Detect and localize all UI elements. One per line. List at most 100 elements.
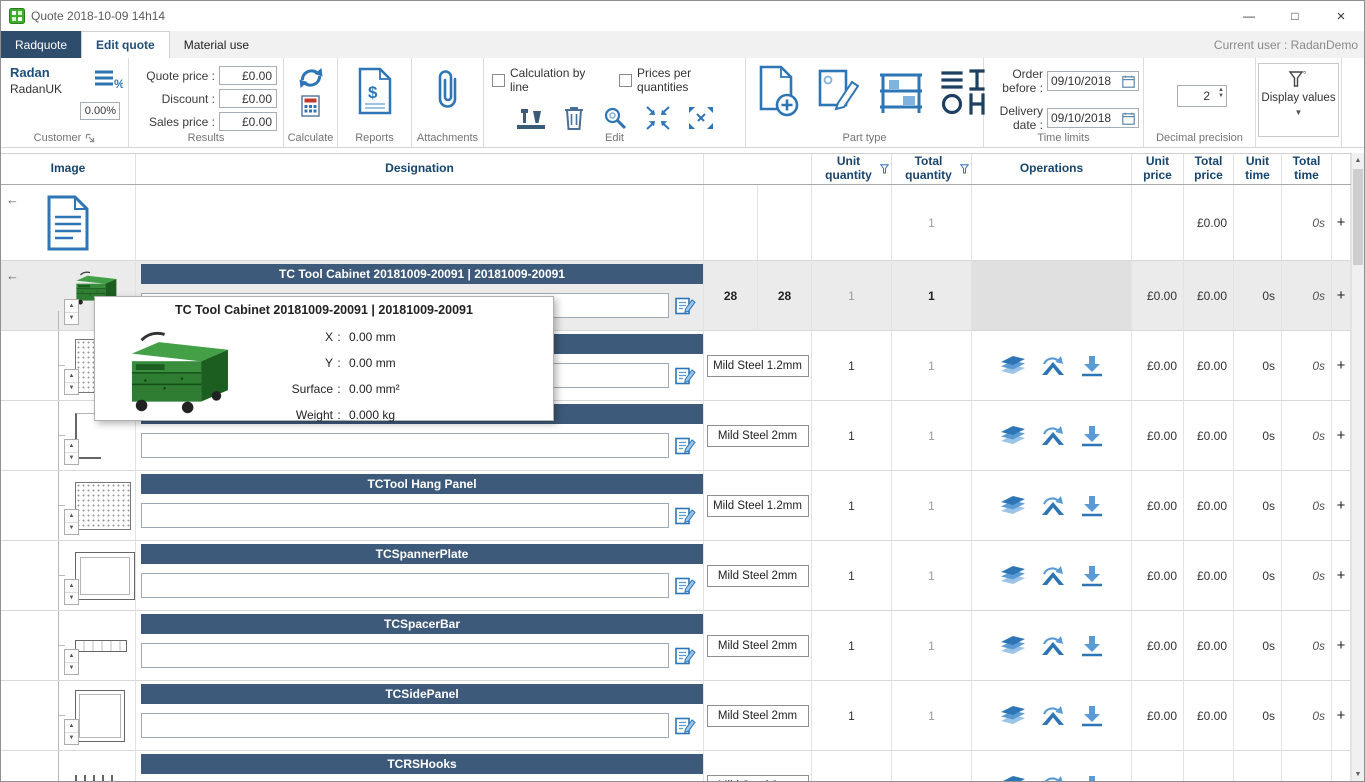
operation-fold-icon[interactable] bbox=[1040, 704, 1066, 728]
expand-all-button[interactable] bbox=[688, 106, 714, 130]
calendar-icon[interactable] bbox=[1122, 75, 1135, 88]
minimize-button[interactable]: — bbox=[1226, 1, 1272, 31]
customer-discount-field[interactable]: 0.00% bbox=[80, 102, 120, 120]
quantity-stepper[interactable]: ▲ ▼ bbox=[64, 299, 79, 325]
add-row-button[interactable]: + bbox=[1332, 261, 1351, 331]
part-name-bar[interactable]: TCTool Hang Panel bbox=[141, 474, 703, 494]
part-thumbnail[interactable] bbox=[75, 775, 117, 782]
zoom-settings-button[interactable] bbox=[602, 105, 628, 131]
stepper-up-icon[interactable]: ▲ bbox=[65, 650, 78, 663]
stepper-down-icon[interactable]: ▼ bbox=[65, 663, 78, 675]
edit-note-icon[interactable] bbox=[674, 295, 696, 317]
stepper-up-icon[interactable]: ▲ bbox=[65, 580, 78, 593]
tab-radquote[interactable]: Radquote bbox=[1, 31, 81, 58]
quote-price-field[interactable]: £0.00 bbox=[219, 66, 277, 85]
operation-fold-icon[interactable] bbox=[1040, 494, 1066, 518]
collapse-arrow-icon[interactable]: ← bbox=[6, 192, 19, 207]
discount-field[interactable]: £0.00 bbox=[219, 89, 277, 108]
material-label[interactable]: Mild Steel 1.2mm bbox=[707, 355, 809, 377]
operation-download-icon[interactable] bbox=[1080, 424, 1104, 448]
part-note-input[interactable] bbox=[141, 643, 669, 668]
add-row-button[interactable]: + bbox=[1332, 611, 1351, 681]
operation-punch-icon[interactable] bbox=[1000, 704, 1026, 728]
close-button[interactable]: × bbox=[1318, 1, 1364, 31]
add-row-button[interactable]: + bbox=[1332, 541, 1351, 611]
collapse-all-button[interactable] bbox=[645, 106, 671, 130]
operation-punch-icon[interactable] bbox=[1000, 494, 1026, 518]
material-label[interactable]: Mild Steel 1.2mm bbox=[707, 495, 809, 517]
customer-name[interactable]: Radan bbox=[10, 65, 62, 80]
calendar-icon[interactable] bbox=[1122, 112, 1135, 125]
tab-material-use[interactable]: Material use bbox=[170, 31, 263, 58]
add-row-button[interactable]: + bbox=[1332, 401, 1351, 471]
part-thumbnail[interactable] bbox=[75, 690, 125, 742]
part-note-input[interactable] bbox=[141, 433, 669, 458]
scroll-down-icon[interactable]: ▼ bbox=[1352, 767, 1364, 781]
operation-fold-icon[interactable] bbox=[1040, 634, 1066, 658]
spin-down-icon[interactable]: ▼ bbox=[1218, 93, 1224, 99]
edit-note-icon[interactable] bbox=[674, 505, 696, 527]
add-assembly-button[interactable] bbox=[876, 65, 926, 117]
part-note-input[interactable] bbox=[141, 503, 669, 528]
stepper-up-icon[interactable]: ▲ bbox=[65, 510, 78, 523]
operation-download-icon[interactable] bbox=[1080, 494, 1104, 518]
operation-punch-icon[interactable] bbox=[1000, 424, 1026, 448]
operation-punch-icon[interactable] bbox=[1000, 564, 1026, 588]
part-row[interactable]: ▲ ▼ TCTool Hang Panel Mild S bbox=[1, 471, 1351, 541]
part-note-input[interactable] bbox=[141, 573, 669, 598]
add-row-button[interactable]: + bbox=[1332, 331, 1351, 401]
edit-note-icon[interactable] bbox=[674, 575, 696, 597]
part-thumbnail[interactable] bbox=[75, 482, 131, 530]
operation-download-icon[interactable] bbox=[1080, 774, 1104, 782]
quantity-stepper[interactable]: ▲ ▼ bbox=[64, 579, 79, 605]
edit-note-icon[interactable] bbox=[674, 435, 696, 457]
operation-download-icon[interactable] bbox=[1080, 704, 1104, 728]
stepper-down-icon[interactable]: ▼ bbox=[65, 313, 78, 325]
add-part-button[interactable] bbox=[754, 65, 802, 117]
filter-icon[interactable] bbox=[960, 164, 969, 174]
quantity-stepper[interactable]: ▲ ▼ bbox=[64, 439, 79, 465]
delete-button[interactable] bbox=[563, 105, 585, 131]
part-row[interactable]: ▲ ▼ TCRSHooks Mild Steel 2mm bbox=[1, 751, 1351, 781]
edit-note-icon[interactable] bbox=[674, 365, 696, 387]
stepper-down-icon[interactable]: ▼ bbox=[65, 593, 78, 605]
quote-root-row[interactable]: ← 1 £0.00 0 bbox=[1, 185, 1351, 261]
delivery-date-field[interactable]: 09/10/2018 bbox=[1047, 108, 1139, 128]
part-name-bar[interactable]: TCRSHooks bbox=[141, 754, 703, 774]
edit-note-icon[interactable] bbox=[674, 645, 696, 667]
edit-part-button[interactable] bbox=[815, 65, 863, 117]
quantity-stepper[interactable]: ▲ ▼ bbox=[64, 369, 79, 395]
scrollbar-thumb[interactable] bbox=[1353, 169, 1363, 265]
add-row-button[interactable]: + bbox=[1332, 185, 1351, 261]
sales-price-field[interactable]: £0.00 bbox=[219, 112, 277, 131]
part-name-bar[interactable]: TCSpannerPlate bbox=[141, 544, 703, 564]
add-row-button[interactable]: + bbox=[1332, 681, 1351, 751]
operation-fold-icon[interactable] bbox=[1040, 774, 1066, 782]
stepper-up-icon[interactable]: ▲ bbox=[65, 440, 78, 453]
operation-download-icon[interactable] bbox=[1080, 634, 1104, 658]
operation-fold-icon[interactable] bbox=[1040, 564, 1066, 588]
part-thumbnail[interactable] bbox=[75, 552, 135, 600]
part-row[interactable]: ▲ ▼ TCSpacerBar Mild Steel 2 bbox=[1, 611, 1351, 681]
edit-note-icon[interactable] bbox=[674, 715, 696, 737]
checkbox-prices-per-quantities[interactable]: Prices per quantities bbox=[619, 66, 741, 94]
material-label[interactable]: Mild Steel 2mm bbox=[707, 425, 809, 447]
tab-edit-quote[interactable]: Edit quote bbox=[81, 31, 170, 58]
assembly-name-bar[interactable]: TC Tool Cabinet 20181009-20091 | 2018100… bbox=[141, 264, 703, 284]
stepper-down-icon[interactable]: ▼ bbox=[65, 453, 78, 465]
stepper-up-icon[interactable]: ▲ bbox=[65, 300, 78, 313]
part-row[interactable]: ▲ ▼ TCSpannerPlate Mild Stee bbox=[1, 541, 1351, 611]
operation-fold-icon[interactable] bbox=[1040, 354, 1066, 378]
part-note-input[interactable] bbox=[141, 713, 669, 738]
operation-punch-icon[interactable] bbox=[1000, 354, 1026, 378]
collapse-arrow-icon[interactable]: ← bbox=[6, 268, 19, 283]
operation-punch-icon[interactable] bbox=[1000, 634, 1026, 658]
material-label[interactable]: Mild Steel 2mm bbox=[707, 705, 809, 727]
price-list-icon[interactable]: % bbox=[93, 67, 123, 96]
add-row-button[interactable]: + bbox=[1332, 471, 1351, 541]
quantity-stepper[interactable]: ▲ ▼ bbox=[64, 719, 79, 745]
part-name-bar[interactable]: TCSpacerBar bbox=[141, 614, 703, 634]
stepper-down-icon[interactable]: ▼ bbox=[65, 383, 78, 395]
stepper-down-icon[interactable]: ▼ bbox=[65, 523, 78, 535]
dialog-launcher-icon[interactable] bbox=[85, 133, 95, 143]
